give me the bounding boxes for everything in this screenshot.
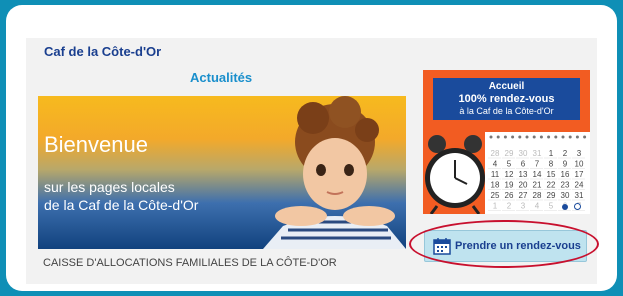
calendar-day: 15 (547, 170, 556, 179)
calendar-ring (568, 135, 572, 139)
calendar-ring (561, 135, 565, 139)
calendar-day: 8 (549, 160, 554, 169)
calendar-ring (583, 135, 587, 139)
calendar-day: 9 (563, 160, 568, 169)
calendar-day: 3 (521, 202, 526, 211)
calendar-day: 17 (575, 170, 584, 179)
carousel-dot[interactable] (574, 203, 582, 210)
hero-caption[interactable]: CAISSE D'ALLOCATIONS FAMILIALES DE LA CÔ… (43, 257, 337, 269)
calendar-day: 1 (549, 149, 554, 158)
calendar-day: 29 (547, 191, 556, 200)
calendar-day: 19 (505, 181, 514, 190)
news-section-title[interactable]: Actualités (190, 70, 252, 85)
calendar-ring (547, 135, 551, 139)
promo-line1: Accueil (488, 81, 525, 92)
calendar-ring (503, 135, 507, 139)
calendar-ring (511, 135, 515, 139)
calendar-day: 10 (575, 160, 584, 169)
calendar-day: 23 (561, 181, 570, 190)
calendar-day: 28 (533, 191, 542, 200)
calendar-day: 5 (549, 202, 554, 211)
calendar-day: 26 (505, 191, 514, 200)
carousel-dot[interactable] (562, 204, 568, 210)
calendar-day: 5 (507, 160, 512, 169)
promo-banner: Accueil 100% rendez-vous à la Caf de la … (433, 78, 580, 120)
child-photo (263, 96, 406, 249)
calendar-day: 16 (561, 170, 570, 179)
calendar-day: 24 (575, 181, 584, 190)
calendar-ring (532, 135, 536, 139)
calendar-day: 2 (507, 202, 512, 211)
calendar-day: 27 (519, 191, 528, 200)
book-appointment-button[interactable]: Prendre un rendez-vous (424, 230, 587, 262)
calendar-ring (554, 135, 558, 139)
promo-line3: à la Caf de la Côte-d'Or (459, 106, 554, 116)
calendar-day: 6 (521, 160, 526, 169)
calendar-day: 4 (535, 202, 540, 211)
alarm-clock-icon (425, 135, 485, 214)
calendar-day: 31 (533, 149, 542, 158)
calendar-day: 2 (563, 149, 568, 158)
site-title[interactable]: Caf de la Côte-d'Or (44, 44, 161, 59)
calendar-ring (575, 135, 579, 139)
calendar-day: 14 (533, 170, 542, 179)
calendar-day: 1 (493, 202, 498, 211)
calendar-day: 20 (519, 181, 528, 190)
calendar-day: 29 (505, 149, 514, 158)
calendar-ring (518, 135, 522, 139)
carousel-indicator (562, 197, 583, 215)
calendar-day: 3 (577, 149, 582, 158)
calendar-day: 4 (493, 160, 498, 169)
calendar-day: 7 (535, 160, 540, 169)
calendar-ring (525, 135, 529, 139)
calendar-day: 30 (519, 149, 528, 158)
calendar-day: 21 (533, 181, 542, 190)
calendar-day: 13 (519, 170, 528, 179)
promo-line2: 100% rendez-vous (458, 93, 555, 105)
calendar-ring (539, 135, 543, 139)
calendar-day: 12 (505, 170, 514, 179)
hero-title: Bienvenue (44, 132, 148, 157)
calendar-icon (433, 238, 451, 255)
promo-card[interactable]: Accueil 100% rendez-vous à la Caf de la … (423, 70, 590, 214)
hero-subtitle: sur les pages locales de la Caf de la Cô… (44, 179, 199, 213)
calendar-ring (496, 135, 500, 139)
book-appointment-label: Prendre un rendez-vous (455, 240, 581, 252)
hero-banner[interactable]: Bienvenue sur les pages locales de la Ca… (38, 96, 406, 249)
calendar-day: 22 (547, 181, 556, 190)
